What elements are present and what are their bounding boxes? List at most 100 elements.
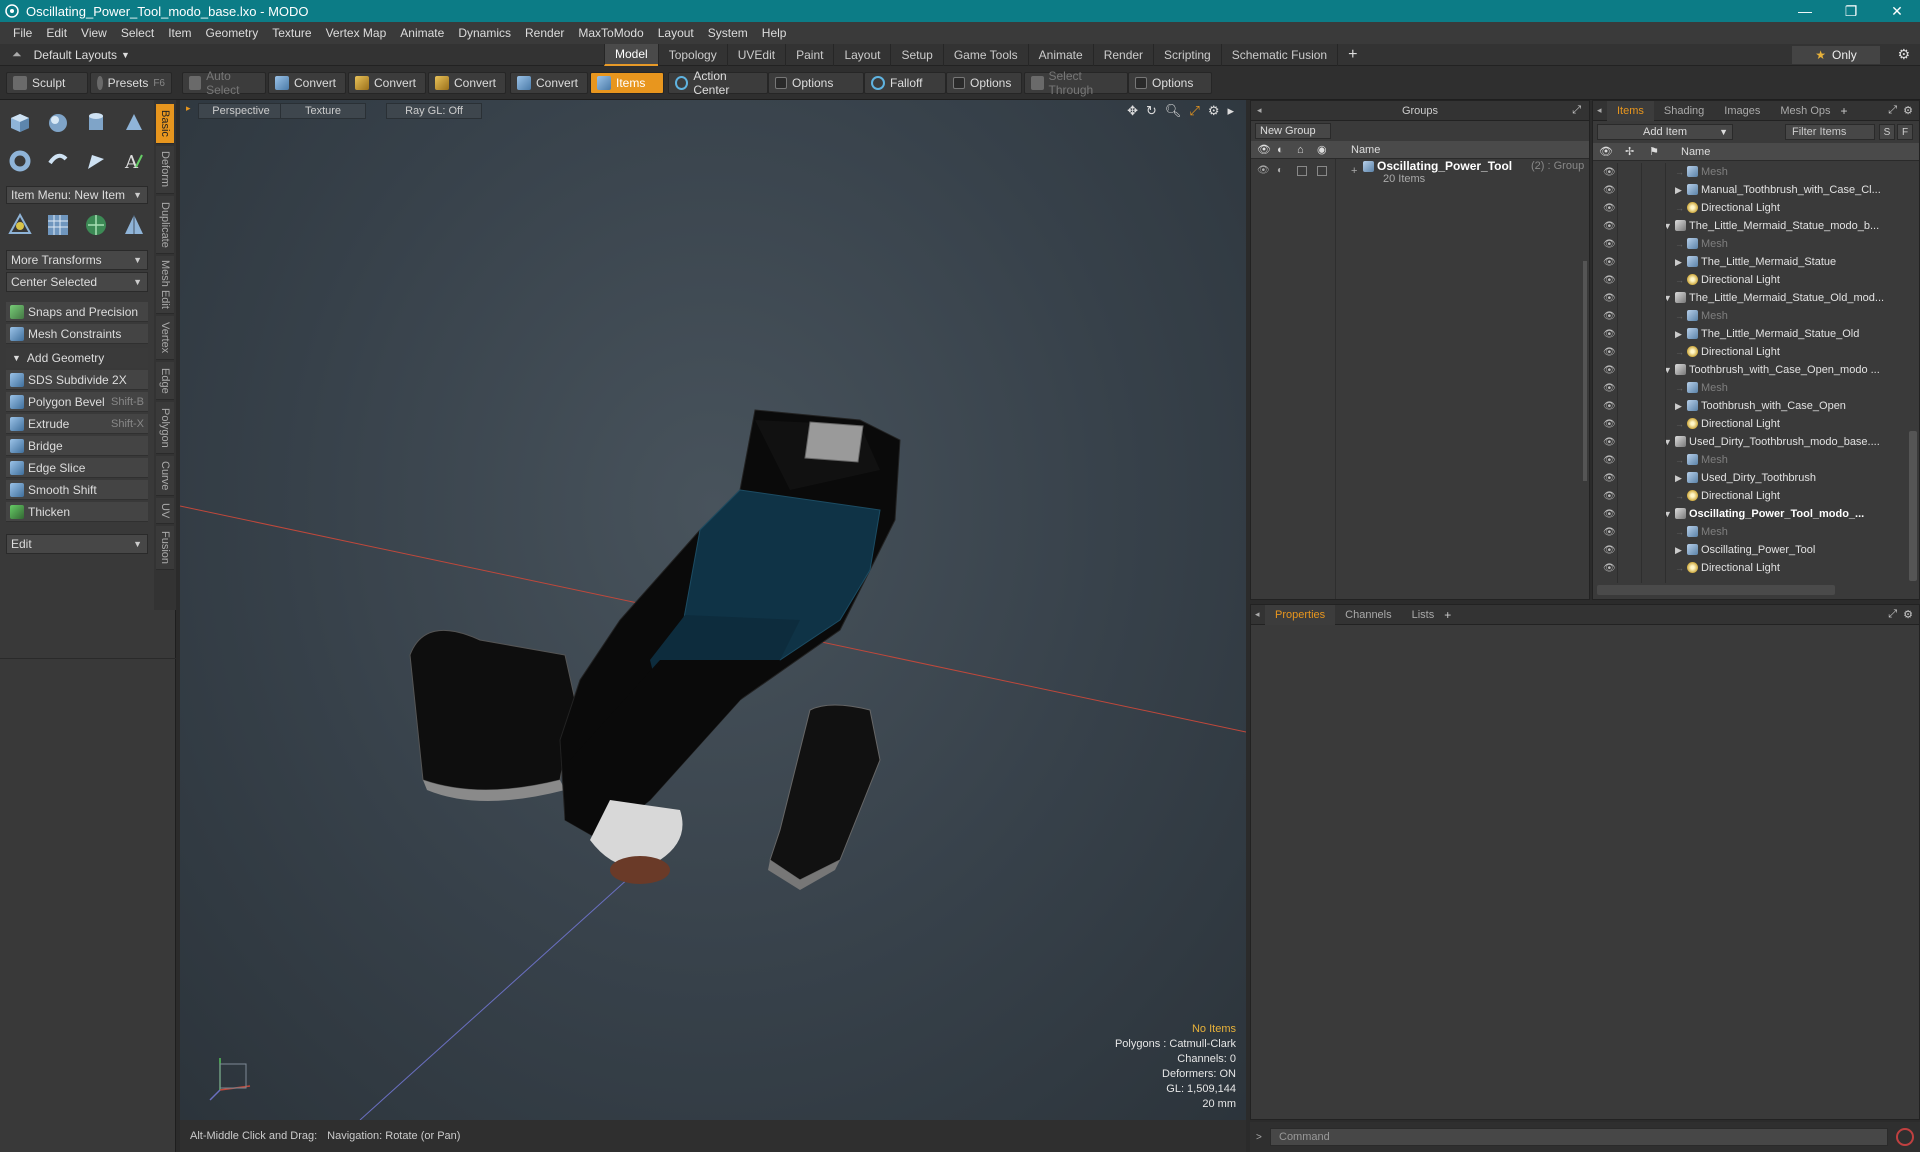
panel-menu-icon[interactable]: ◂ [1251,609,1265,620]
tab-channels[interactable]: Channels [1335,605,1401,625]
tab-layout[interactable]: Layout [833,43,890,66]
smooth-shift-button[interactable]: Smooth Shift [6,480,148,500]
eye-icon[interactable]: 👁︎ [1603,491,1616,502]
power-tool-model[interactable] [409,409,901,890]
transform-icon[interactable] [4,210,36,240]
item-row[interactable]: 👁︎ → Directional Light [1593,199,1905,217]
menu-texture[interactable]: Texture [265,26,318,40]
select-through-button[interactable]: Select Through [1024,69,1128,97]
item-row[interactable]: 👁︎ ▼ Used_Dirty_Toothbrush_modo_base.... [1593,433,1905,451]
pen-icon[interactable] [80,146,112,176]
item-row[interactable]: 👁︎ ▶ The_Little_Mermaid_Statue_Old [1593,325,1905,343]
move-icon[interactable]: ✥ [1127,103,1138,119]
eye-icon[interactable]: 👁︎ [1603,329,1616,340]
vtab-duplicate[interactable]: Duplicate [156,196,174,254]
item-row[interactable]: 👁︎ → Directional Light [1593,343,1905,361]
tab-render[interactable]: Render [1092,43,1153,66]
perspective-button[interactable]: Perspective [198,103,284,119]
raygl-button[interactable]: Ray GL: Off [386,103,482,119]
viewport-settings-icon[interactable]: ⚙ [1208,103,1220,119]
mesh-constraints-button[interactable]: Mesh Constraints [6,324,148,344]
eye-icon[interactable]: 👁︎ [1603,221,1616,232]
item-row[interactable]: 👁︎ → Mesh [1593,307,1905,325]
stop-icon[interactable] [1896,1128,1914,1146]
add-geometry-section[interactable]: ▼ Add Geometry [6,348,148,368]
select-icon[interactable]: ◉ [1317,143,1327,156]
convert-edges-button[interactable]: Convert [348,72,426,94]
eye-icon[interactable]: 👁︎ [1603,239,1616,250]
thicken-button[interactable]: Thicken [6,502,148,522]
tab-shading[interactable]: Shading [1654,101,1714,121]
edge-slice-button[interactable]: Edge Slice [6,458,148,478]
sphere-icon[interactable] [42,108,74,138]
convert-materials-button[interactable]: Convert [510,72,588,94]
eye-icon[interactable]: 👁︎ [1603,455,1616,466]
tab-items[interactable]: Items [1607,100,1654,121]
add-tab-button[interactable]: + [1444,608,1451,622]
tab-schematic-fusion[interactable]: Schematic Fusion [1220,43,1337,66]
tab-uvedit[interactable]: UVEdit [726,43,785,66]
tab-setup[interactable]: Setup [890,43,942,66]
eye-icon[interactable]: 👁︎ [1257,165,1270,176]
bridge-button[interactable]: Bridge [6,436,148,456]
close-button[interactable]: ✕ [1874,0,1920,22]
render-icon[interactable]: ◐ [1277,165,1283,176]
eye-icon[interactable]: 👁︎ [1599,145,1613,158]
viewport-menu-icon[interactable]: ▸ [186,103,191,114]
falloff-options-button[interactable]: Options [946,72,1022,94]
tab-properties[interactable]: Properties [1265,604,1336,625]
command-history-icon[interactable]: > [1256,1132,1262,1143]
3d-viewport[interactable]: ▸ Perspective Texture Ray GL: Off ✥ ↻ 🔍︎… [180,100,1246,1120]
expand-icon[interactable]: ⤢ [1572,104,1581,117]
gear-icon[interactable]: ⚙ [1903,104,1913,117]
auto-select-button[interactable]: Auto Select [182,69,266,97]
gear-icon[interactable]: ⚙ [1903,608,1913,621]
eye-icon[interactable]: 👁︎ [1603,545,1616,556]
item-row[interactable]: 👁︎ ▶ Oscillating_Power_Tool [1593,541,1905,559]
eye-icon[interactable]: 👁︎ [1603,365,1616,376]
zoom-icon[interactable]: 🔍︎ [1165,103,1182,119]
eye-icon[interactable]: 👁︎ [1603,347,1616,358]
new-group-button[interactable]: New Group [1255,123,1331,139]
vtab-curve[interactable]: Curve [156,456,174,496]
eye-icon[interactable]: 👁︎ [1603,185,1616,196]
render-icon[interactable]: ◐ [1277,144,1284,156]
filter-f-button[interactable]: F [1897,124,1913,140]
tab-paint[interactable]: Paint [785,43,833,66]
item-row[interactable]: 👁︎ → Mesh [1593,235,1905,253]
eye-icon[interactable]: 👁︎ [1603,401,1616,412]
lock-icon[interactable]: ⌂ [1297,144,1304,156]
snaps-precision-button[interactable]: Snaps and Precision [6,302,148,322]
eye-icon[interactable]: 👁︎ [1603,419,1616,430]
add-tab-button[interactable]: + [1841,104,1848,118]
vtab-deform[interactable]: Deform [156,146,174,194]
gear-icon[interactable]: ⚙ [1897,46,1910,63]
item-row[interactable]: 👁︎ ▶ Used_Dirty_Toothbrush [1593,469,1905,487]
presets-button[interactable]: Presets F6 [90,72,172,94]
item-row[interactable]: 👁︎ ▶ Toothbrush_with_Case_Open [1593,397,1905,415]
eye-icon[interactable]: 👁︎ [1603,527,1616,538]
eye-icon[interactable]: 👁︎ [1603,203,1616,214]
expand-toggle-icon[interactable]: ▶ [1675,329,1682,340]
eye-icon[interactable]: 👁︎ [1603,167,1616,178]
filter-s-button[interactable]: S [1879,124,1895,140]
expand-toggle-icon[interactable]: ▶ [1675,545,1682,556]
filter-items-input[interactable]: Filter Items [1785,124,1875,140]
item-row[interactable]: 👁︎ ▼ The_Little_Mermaid_Statue_modo_b... [1593,217,1905,235]
select-checkbox[interactable] [1317,166,1327,176]
menu-geometry[interactable]: Geometry [199,26,266,40]
convert-vertices-button[interactable]: Convert [268,72,346,94]
lock-checkbox[interactable] [1297,166,1307,176]
edit-dropdown[interactable]: Edit ▼ [6,534,148,554]
vtab-vertex[interactable]: Vertex [156,316,174,360]
layout-toggle-icon[interactable]: ⏶ [12,47,22,62]
items-mode-button[interactable]: Items [590,72,664,94]
render-icon[interactable]: ⚑ [1649,145,1659,158]
expand-toggle-icon[interactable]: ▶ [1675,185,1682,196]
item-row[interactable]: 👁︎ → Directional Light [1593,271,1905,289]
item-row[interactable]: 👁︎ ▶ Manual_Toothbrush_with_Case_Cl... [1593,181,1905,199]
eye-icon[interactable]: 👁︎ [1257,143,1271,156]
tab-scripting[interactable]: Scripting [1153,43,1221,66]
maximize-button[interactable]: ❐ [1828,0,1874,22]
cylinder-icon[interactable] [80,108,112,138]
